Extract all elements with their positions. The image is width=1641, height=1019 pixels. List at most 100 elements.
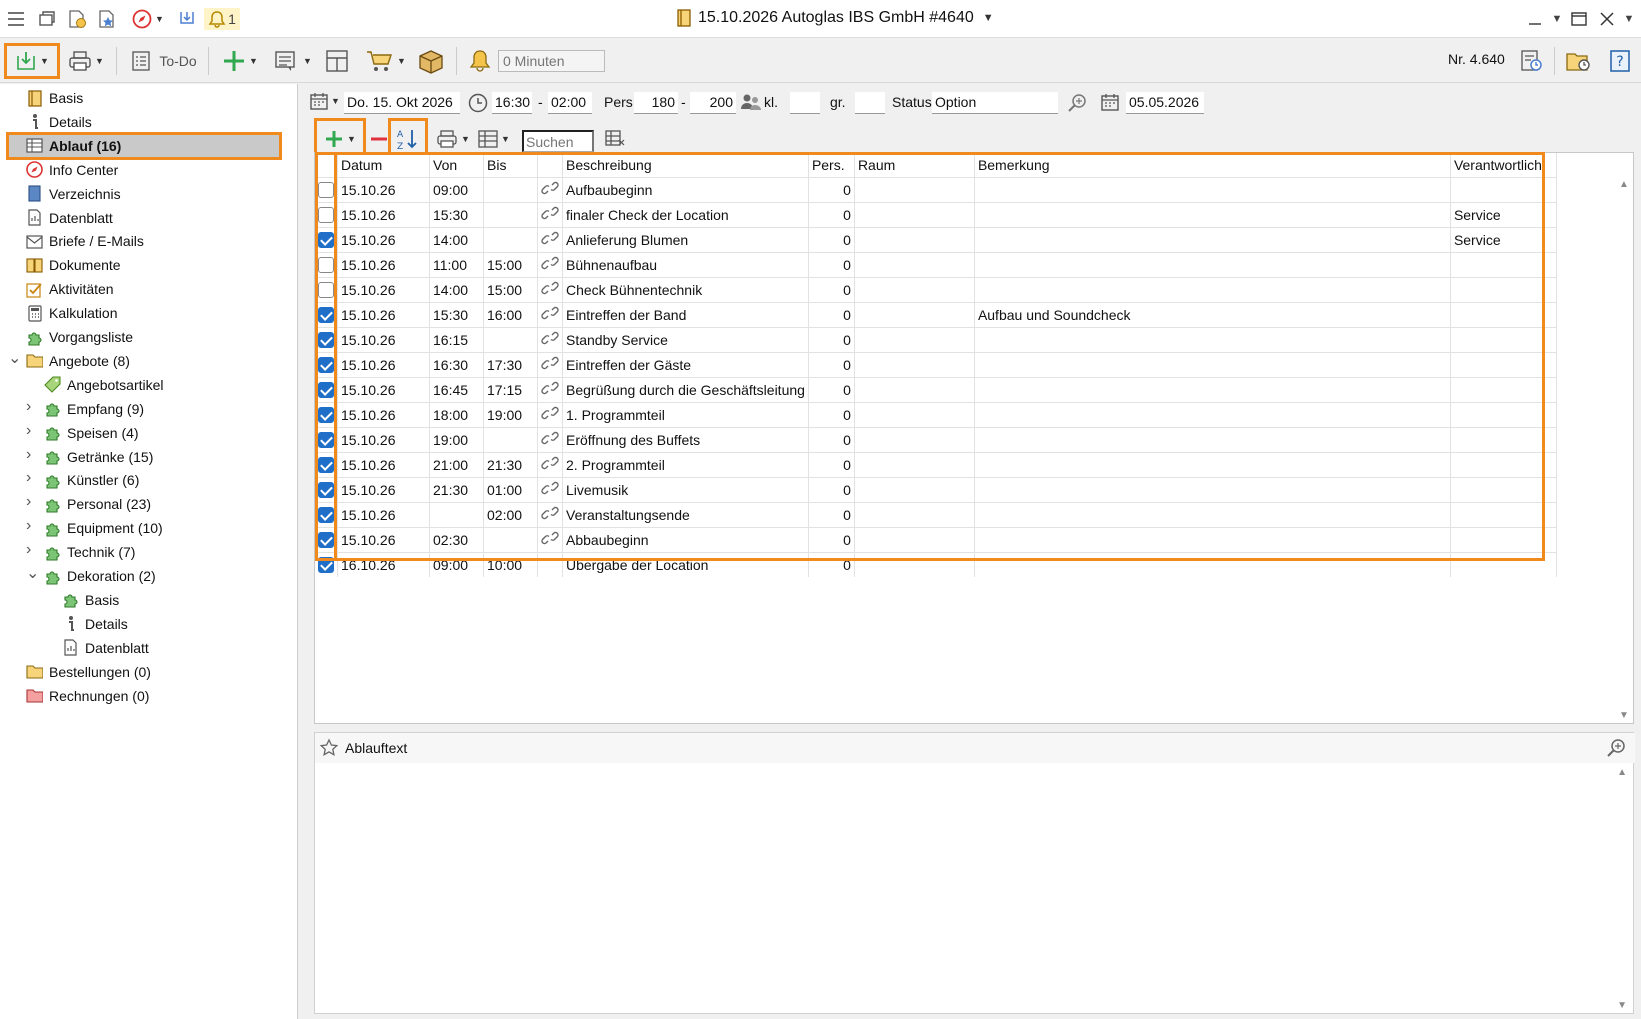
minimize-icon[interactable] <box>1524 8 1546 30</box>
cell-beschreibung[interactable]: finaler Check der Location <box>562 201 809 227</box>
cell-beschreibung[interactable]: 1. Programmteil <box>562 401 809 427</box>
cell-von[interactable]: 16:30 <box>429 351 484 377</box>
cell-von[interactable]: 11:00 <box>429 251 484 277</box>
checkbox-checked[interactable] <box>318 357 334 374</box>
close-icon[interactable] <box>1596 8 1618 30</box>
link-chain-icon[interactable] <box>541 431 559 450</box>
cell-verantwortlich[interactable] <box>1450 451 1557 477</box>
cell-raum[interactable] <box>854 176 975 202</box>
chevron-right-icon[interactable]: › <box>26 493 31 511</box>
sidebar-item[interactable]: Details <box>62 612 128 636</box>
cell-von[interactable]: 09:00 <box>429 176 484 202</box>
cell-pers[interactable]: 0 <box>808 451 855 477</box>
cell-verantwortlich[interactable]: Service <box>1450 226 1557 252</box>
cell-von[interactable]: 18:00 <box>429 401 484 427</box>
link-chain-icon[interactable] <box>541 231 559 250</box>
cell-datum[interactable]: 15.10.26 <box>337 351 430 377</box>
checkbox-checked[interactable] <box>318 507 334 524</box>
link-chain-icon[interactable] <box>541 356 559 375</box>
cell-pers[interactable]: 0 <box>808 526 855 552</box>
cell-bemerkung[interactable] <box>974 351 1451 377</box>
link-cell[interactable] <box>537 401 563 427</box>
link-chain-icon[interactable] <box>541 256 559 275</box>
cell-raum[interactable] <box>854 476 975 502</box>
cell-verantwortlich[interactable] <box>1450 176 1557 202</box>
chevron-down-icon[interactable]: ⌄ <box>8 348 21 368</box>
cell-bis[interactable]: 17:15 <box>483 376 538 402</box>
cell-bemerkung[interactable] <box>974 526 1451 552</box>
cell-verantwortlich[interactable] <box>1450 526 1557 552</box>
sidebar-item[interactable]: Briefe / E-Mails <box>26 229 144 253</box>
cell-verantwortlich[interactable] <box>1450 401 1557 427</box>
link-cell[interactable] <box>537 526 563 552</box>
column-header[interactable]: Verantwortlich <box>1450 153 1557 177</box>
cell-datum[interactable]: 15.10.26 <box>337 426 430 452</box>
cell-pers[interactable]: 0 <box>808 401 855 427</box>
sidebar-item[interactable]: Getränke (15) <box>44 445 153 469</box>
table-row[interactable]: 15.10.26 15:30 finaler Check der Location 0… <box>315 201 1557 227</box>
text-zoom-icon[interactable] <box>1605 737 1627 762</box>
cell-datum[interactable]: 15.10.26 <box>337 401 430 427</box>
link-cell[interactable] <box>537 201 563 227</box>
cell-von[interactable]: 09:00 <box>429 551 484 577</box>
cell-beschreibung[interactable]: Abbaubeginn <box>562 526 809 552</box>
cell-datum[interactable]: 16.10.26 <box>337 551 430 577</box>
sidebar-item[interactable]: Verzeichnis <box>26 182 121 206</box>
sidebar-item[interactable]: Vorgangsliste <box>26 325 133 349</box>
option-calendar-icon[interactable] <box>1101 93 1119 114</box>
cell-pers[interactable]: 0 <box>808 426 855 452</box>
cell-von[interactable]: 19:00 <box>429 426 484 452</box>
time-to-field[interactable]: 02:00 <box>548 92 592 114</box>
cell-bis[interactable]: 02:00 <box>483 501 538 527</box>
sidebar-item[interactable]: Angebote (8) <box>26 349 130 373</box>
checkbox-checked[interactable] <box>318 482 334 499</box>
column-header[interactable]: Bemerkung <box>974 153 1451 177</box>
table-row[interactable]: 15.10.26 16:45 17:15 Begrüßung durch die Ge… <box>315 376 1557 402</box>
cell-verantwortlich[interactable]: Service <box>1450 201 1557 227</box>
cell-datum[interactable]: 15.10.26 <box>337 501 430 527</box>
todo-button[interactable]: To-Do <box>128 45 200 77</box>
table-row[interactable]: 15.10.26 14:00 Anlieferung Blumen 0 Service <box>315 226 1557 252</box>
cell-raum[interactable] <box>854 426 975 452</box>
chevron-down-icon[interactable]: ⌄ <box>26 563 39 583</box>
link-chain-icon[interactable] <box>541 531 559 550</box>
table-row[interactable]: 15.10.26 16:30 17:30 Eintreffen der Gäste 0 <box>315 351 1557 377</box>
history-button[interactable] <box>1516 45 1546 77</box>
cell-raum[interactable] <box>854 201 975 227</box>
grid-vertical-scrollbar[interactable]: ▲ ▼ <box>1615 175 1633 723</box>
checkbox-unchecked[interactable] <box>318 207 334 224</box>
sidebar-item[interactable]: Basis <box>26 86 83 110</box>
cell-beschreibung[interactable]: Veranstaltungsende <box>562 501 809 527</box>
link-cell[interactable] <box>537 301 563 327</box>
cell-bemerkung[interactable] <box>974 501 1451 527</box>
sidebar-item[interactable]: Aktivitäten <box>26 277 114 301</box>
table-row[interactable]: 15.10.26 11:00 15:00 Bühnenaufbau 0 <box>315 251 1557 277</box>
help-button[interactable]: ? <box>1606 45 1634 77</box>
cell-raum[interactable] <box>854 526 975 552</box>
cell-von[interactable]: 16:15 <box>429 326 484 352</box>
link-cell[interactable] <box>537 176 563 202</box>
link-chain-icon[interactable] <box>541 181 559 200</box>
cell-verantwortlich[interactable] <box>1450 501 1557 527</box>
table-row[interactable]: 15.10.26 16:15 Standby Service 0 <box>315 326 1557 352</box>
table-row[interactable]: 15.10.26 18:00 19:00 1. Programmteil 0 <box>315 401 1557 427</box>
link-cell[interactable] <box>537 476 563 502</box>
pers-min-field[interactable]: 180 <box>634 92 678 114</box>
cell-von[interactable] <box>429 501 484 527</box>
column-header[interactable]: Bis <box>483 153 538 177</box>
sidebar-item[interactable]: Basis <box>62 588 119 612</box>
cell-raum[interactable] <box>854 301 975 327</box>
cell-pers[interactable]: 0 <box>808 376 855 402</box>
cell-beschreibung[interactable]: Eintreffen der Band <box>562 301 809 327</box>
checkbox-checked[interactable] <box>318 232 334 249</box>
cell-bis[interactable]: 21:30 <box>483 451 538 477</box>
cell-raum[interactable] <box>854 376 975 402</box>
sidebar-item[interactable]: Empfang (9) <box>44 397 144 421</box>
cell-bemerkung[interactable] <box>974 226 1451 252</box>
cell-von[interactable]: 21:00 <box>429 451 484 477</box>
sidebar-item[interactable]: Dokumente <box>26 253 121 277</box>
cell-pers[interactable]: 0 <box>808 501 855 527</box>
link-chain-icon[interactable] <box>541 481 559 500</box>
cell-bemerkung[interactable] <box>974 176 1451 202</box>
cell-pers[interactable]: 0 <box>808 326 855 352</box>
